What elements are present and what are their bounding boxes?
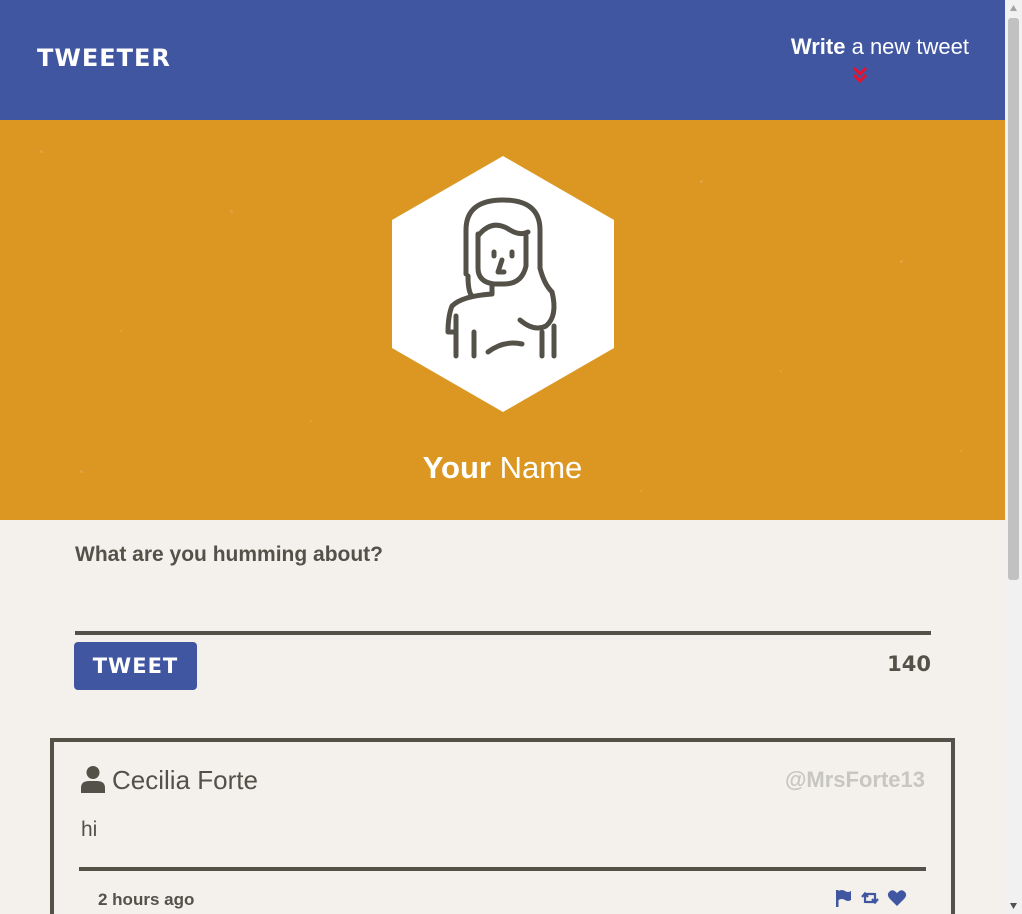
double-chevron-down-icon: [852, 66, 868, 84]
scroll-up-arrow-icon[interactable]: [1009, 4, 1018, 12]
tweet-timestamp: 2 hours ago: [98, 890, 195, 909]
woman-avatar-icon: [392, 156, 614, 412]
write-new-tweet-toggle[interactable]: Write a new tweet: [769, 34, 969, 84]
compose-label-strong: Write: [790, 34, 846, 59]
profile-name-strong: Your: [422, 450, 491, 485]
vertical-scrollbar[interactable]: [1005, 0, 1022, 914]
tweet-submit-button[interactable]: TWEET: [74, 642, 197, 690]
tweet-author-handle: @MrsForte13: [784, 767, 925, 792]
retweet-icon[interactable]: [860, 888, 880, 908]
tweet-text-input[interactable]: [75, 582, 931, 628]
scrollbar-thumb[interactable]: [1008, 18, 1019, 580]
flag-icon[interactable]: [834, 888, 854, 908]
scroll-down-arrow-icon[interactable]: [1009, 902, 1018, 910]
form-divider: [75, 631, 931, 635]
tweet-prompt-label: What are you humming about?: [75, 543, 383, 566]
profile-name-rest: Name: [499, 450, 583, 485]
tweet-actions: [830, 888, 908, 910]
heart-icon[interactable]: [887, 888, 907, 908]
tweet-divider: [79, 867, 926, 871]
compose-label-rest: a new tweet: [851, 34, 969, 59]
character-counter: 140: [887, 652, 931, 676]
profile-name: Your Name: [0, 450, 1005, 486]
profile-header: Your Name: [0, 120, 1005, 520]
top-nav: TWEETER Write a new tweet: [0, 0, 1005, 120]
brand-logo[interactable]: TWEETER: [37, 44, 171, 72]
tweet-author-name: Cecilia Forte: [112, 765, 258, 795]
user-icon: [81, 766, 105, 793]
tweet-card: Cecilia Forte @MrsForte13 hi 2 hours ago: [50, 738, 955, 914]
tweet-content: hi: [81, 818, 98, 841]
